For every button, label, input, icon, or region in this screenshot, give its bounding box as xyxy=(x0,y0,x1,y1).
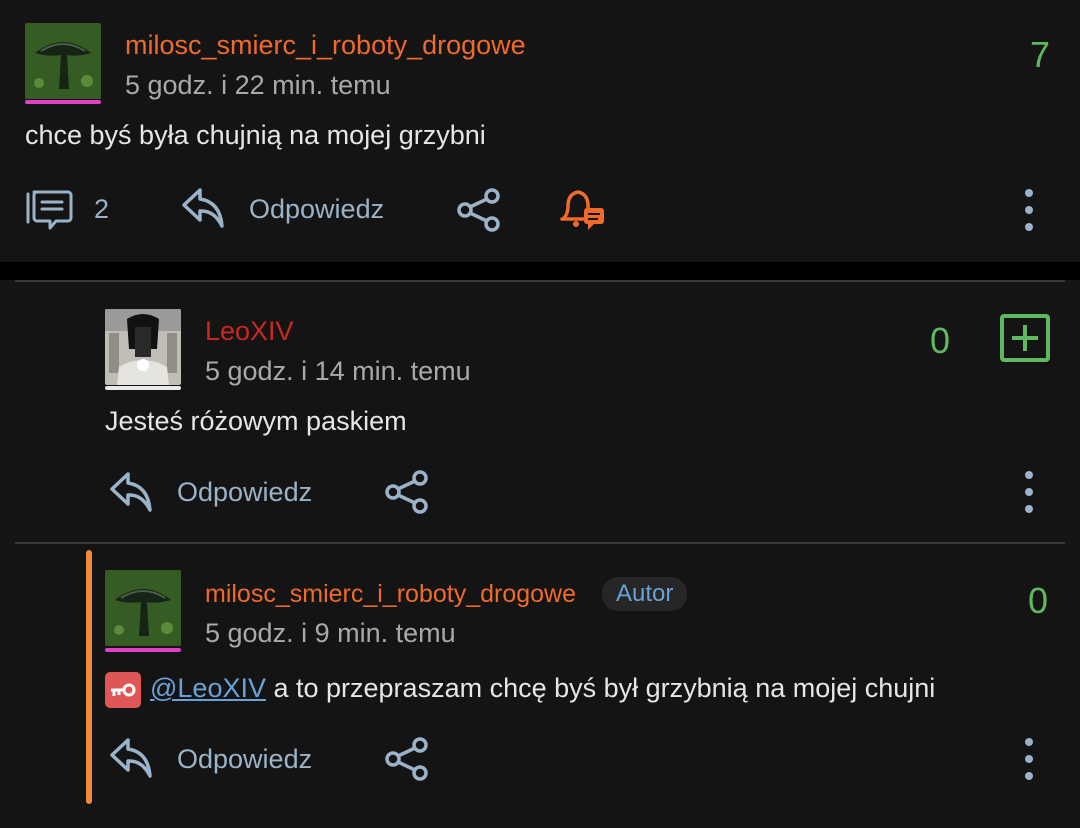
statue-avatar[interactable] xyxy=(105,309,181,385)
plus-square-icon[interactable] xyxy=(999,313,1051,368)
replies-count[interactable]: 2 xyxy=(94,194,109,225)
mushroom-avatar[interactable] xyxy=(25,23,101,99)
avatar-flair-bar xyxy=(105,386,181,390)
timestamp: 5 godz. i 14 min. temu xyxy=(205,356,471,386)
thread-line[interactable] xyxy=(86,550,92,804)
divider xyxy=(15,280,1065,282)
comments-icon[interactable] xyxy=(24,188,74,235)
score: 7 xyxy=(1030,34,1051,75)
bell-notification-icon[interactable] xyxy=(558,186,606,237)
username[interactable]: LeoXIV xyxy=(205,316,294,347)
timestamp: 5 godz. i 22 min. temu xyxy=(125,70,391,100)
user-mention-link[interactable]: @LeoXIV xyxy=(150,673,266,703)
comment-card: milosc_smierc_i_roboty_drogowe 5 godz. i… xyxy=(0,0,1080,262)
more-vertical-icon[interactable] xyxy=(1022,188,1036,237)
author-badge: Autor xyxy=(602,577,688,611)
timestamp: 5 godz. i 9 min. temu xyxy=(205,618,456,648)
key-badge-icon xyxy=(105,672,141,708)
divider xyxy=(15,542,1065,544)
comment-thread-card: LeoXIV 5 godz. i 14 min. temu 0 Jesteś r… xyxy=(0,280,1080,828)
reply-button[interactable]: Odpowiedz xyxy=(249,194,384,225)
share-icon[interactable] xyxy=(384,469,430,520)
more-vertical-icon[interactable] xyxy=(1022,470,1036,519)
comment-text: @LeoXIV a to przepraszam chcę byś był gr… xyxy=(150,673,935,704)
username[interactable]: milosc_smierc_i_roboty_drogowe xyxy=(125,30,526,61)
share-icon[interactable] xyxy=(456,187,502,238)
reply-icon[interactable] xyxy=(108,736,154,785)
avatar-flair-bar xyxy=(25,100,101,104)
reply-icon[interactable] xyxy=(180,186,226,235)
avatar-flair-bar xyxy=(105,648,181,652)
username[interactable]: milosc_smierc_i_roboty_drogowe xyxy=(205,580,576,609)
score: 0 xyxy=(1028,580,1049,621)
more-vertical-icon[interactable] xyxy=(1022,737,1036,786)
reply-icon[interactable] xyxy=(108,470,154,519)
score: 0 xyxy=(930,320,951,361)
comment-text-body: a to przepraszam chcę byś był grzybnią n… xyxy=(265,673,936,703)
share-icon[interactable] xyxy=(384,736,430,787)
comment-text: Jesteś różowym paskiem xyxy=(105,406,407,436)
reply-button[interactable]: Odpowiedz xyxy=(177,477,312,508)
comment-text: chce byś była chujnią na mojej grzybni xyxy=(25,120,486,150)
mushroom-avatar[interactable] xyxy=(105,570,181,646)
reply-button[interactable]: Odpowiedz xyxy=(177,744,312,775)
